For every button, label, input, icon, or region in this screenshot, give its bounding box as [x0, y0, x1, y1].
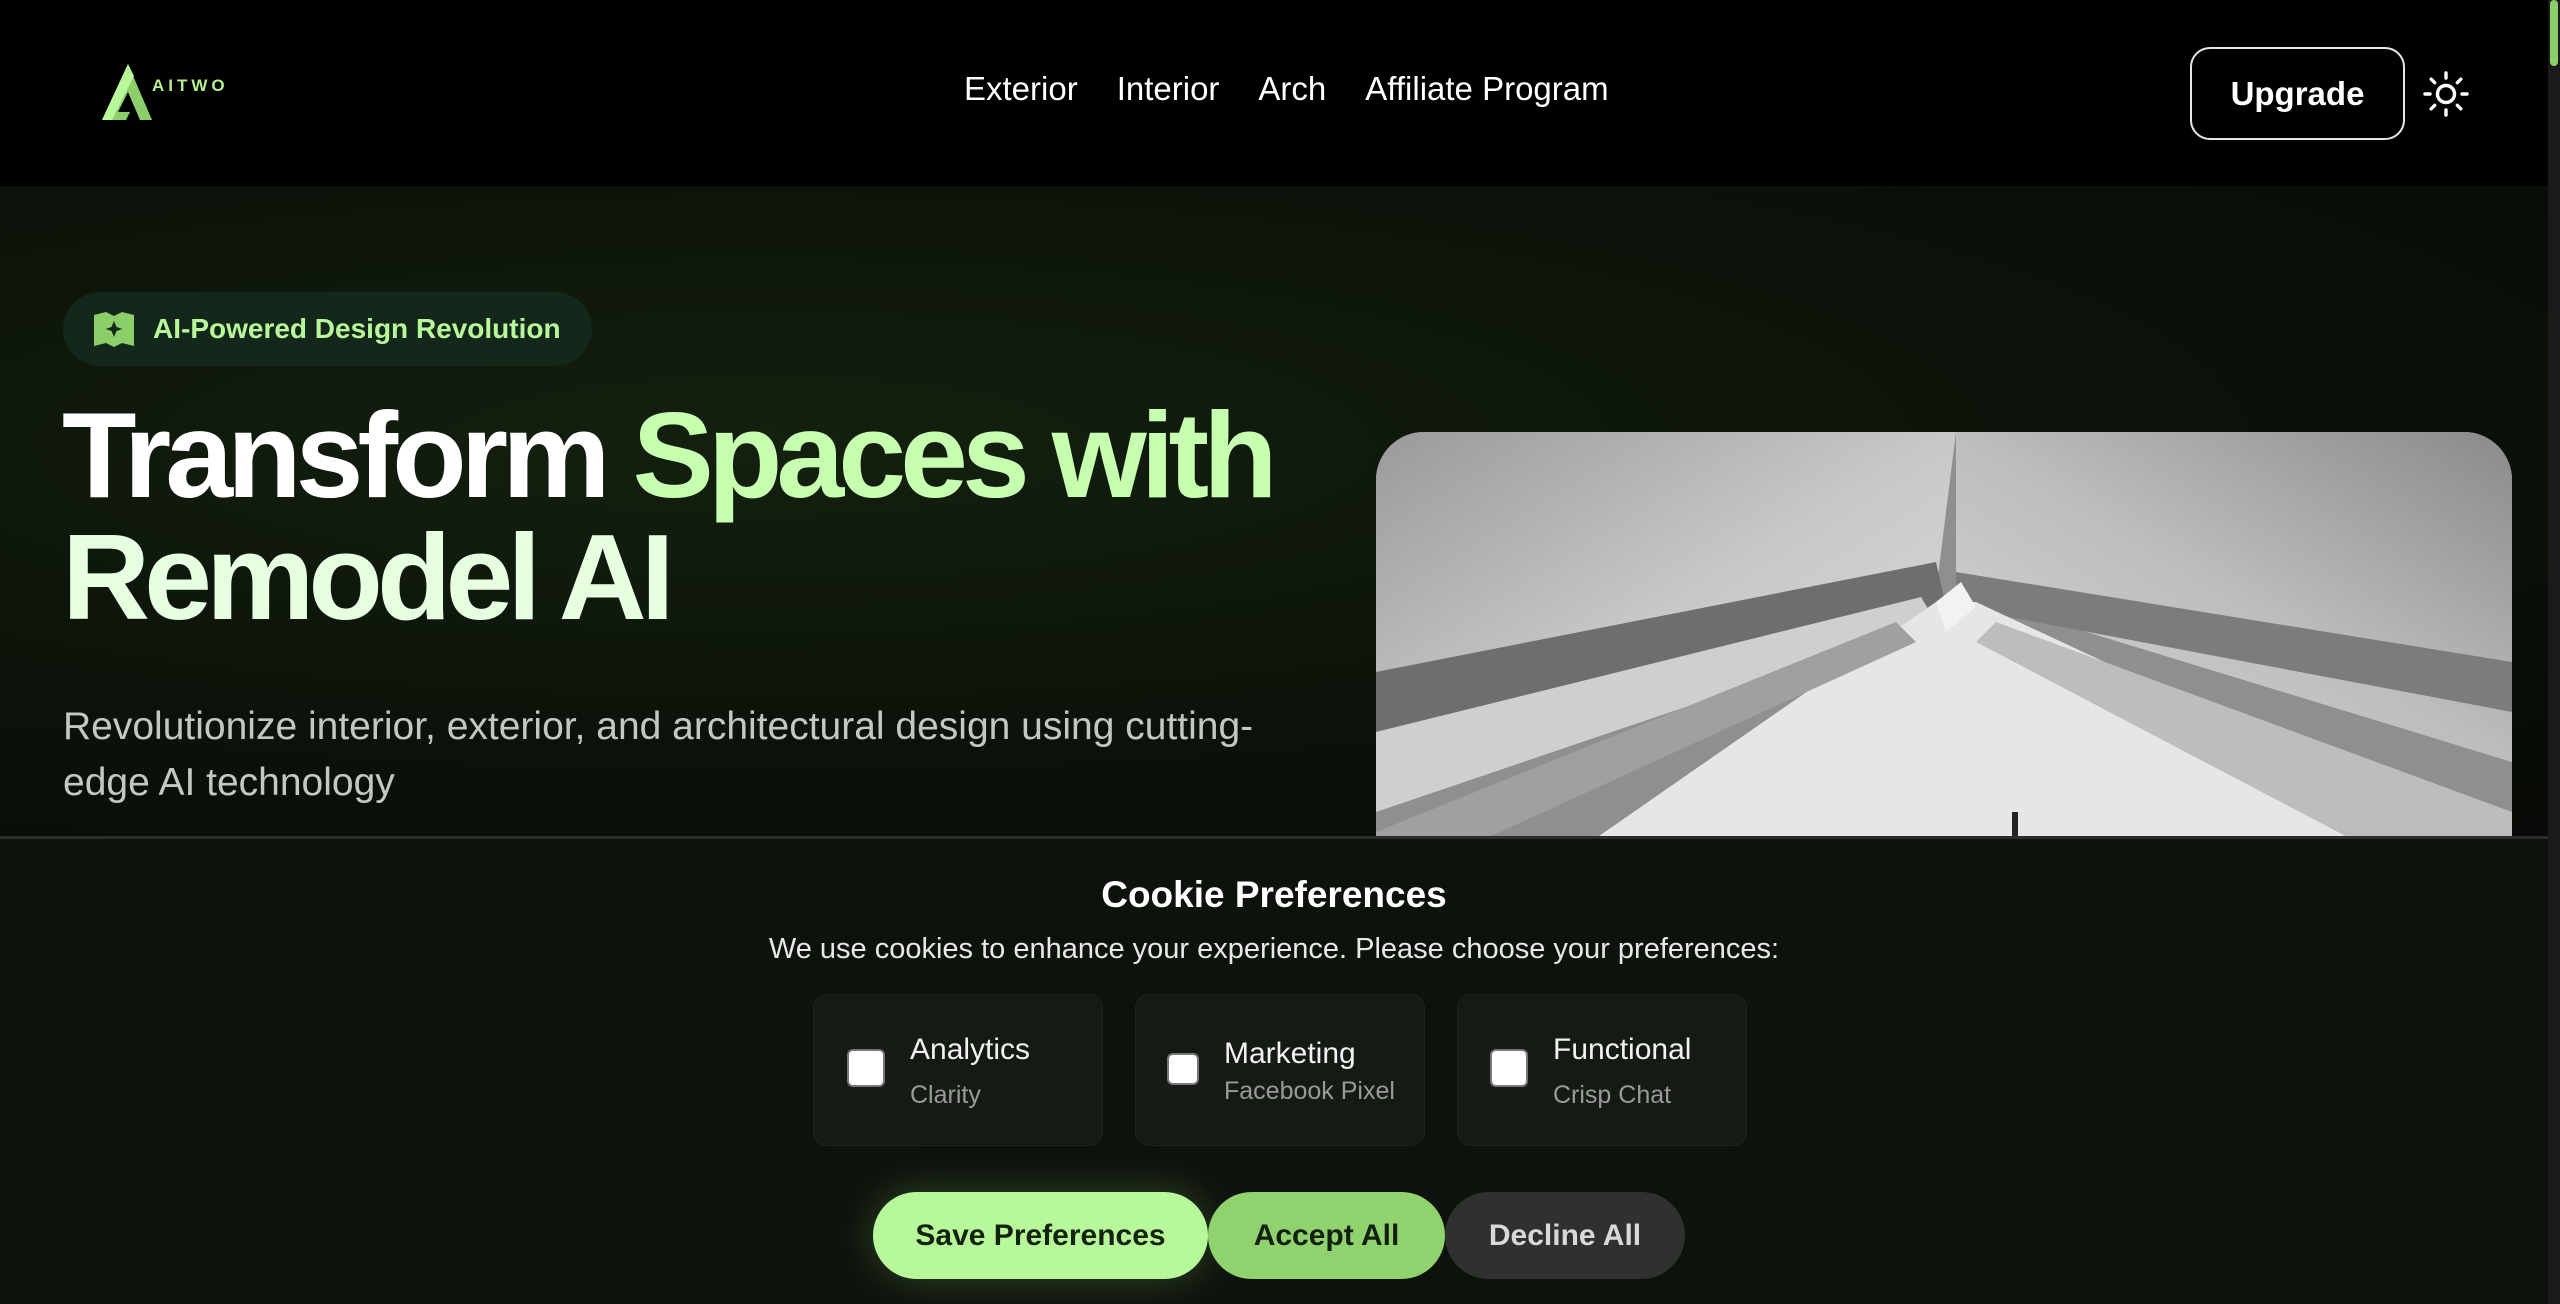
nav-exterior[interactable]: Exterior [964, 70, 1078, 108]
site-header: AITWO Exterior Interior Arch Affiliate P… [0, 0, 2548, 186]
analytics-checkbox[interactable] [847, 1049, 885, 1087]
badge-label: AI-Powered Design Revolution [153, 313, 561, 344]
functional-provider: Crisp Chat [1553, 1081, 1672, 1109]
marketing-label: Marketing [1224, 1037, 1356, 1070]
hero-title-part-1: Transform [62, 387, 611, 523]
save-preferences-button[interactable]: Save Preferences [873, 1192, 1208, 1279]
hero-badge: AI-Powered Design Revolution [63, 292, 592, 366]
analytics-label: Analytics [910, 1033, 1031, 1066]
hero-section: AI-Powered Design Revolution Transform S… [0, 186, 2548, 852]
page-scrollbar[interactable] [2548, 0, 2560, 1304]
hero-title-part-3: Remodel AI [62, 509, 675, 645]
main-nav: Exterior Interior Arch Affiliate Program [964, 70, 1609, 108]
functional-label: Functional [1553, 1033, 1692, 1066]
app-root: AITWO Exterior Interior Arch Affiliate P… [0, 0, 2560, 1304]
decline-all-button[interactable]: Decline All [1445, 1192, 1685, 1279]
cookie-description: We use cookies to enhance your experienc… [768, 933, 1780, 965]
hero-image-ceiling [1376, 432, 2512, 852]
logo-text: AITWO [152, 76, 229, 95]
cookie-option-analytics[interactable]: Analytics Clarity [813, 994, 1103, 1146]
hero-title: Transform Spaces with Remodel AI [62, 394, 1352, 638]
nav-interior[interactable]: Interior [1117, 70, 1220, 108]
upgrade-button[interactable]: Upgrade [2190, 47, 2405, 140]
nav-affiliate-program[interactable]: Affiliate Program [1365, 70, 1608, 108]
sparkle-map-icon [94, 312, 134, 347]
hero-subtitle: Revolutionize interior, exterior, and ar… [63, 705, 1254, 804]
nav-arch[interactable]: Arch [1258, 70, 1326, 108]
analytics-provider: Clarity [910, 1081, 981, 1109]
accept-all-button[interactable]: Accept All [1208, 1192, 1445, 1279]
logo[interactable]: AITWO [100, 62, 240, 126]
marketing-provider: Facebook Pixel [1224, 1077, 1395, 1105]
functional-checkbox[interactable] [1490, 1049, 1528, 1087]
marketing-checkbox[interactable] [1167, 1053, 1199, 1085]
cookie-option-functional[interactable]: Functional Crisp Chat [1457, 994, 1747, 1146]
cookie-option-marketing[interactable]: Marketing Facebook Pixel [1135, 994, 1425, 1146]
hero-image [1376, 432, 2512, 852]
hero-title-part-2: Spaces with [632, 387, 1278, 523]
cookie-title: Cookie Preferences [1101, 874, 1447, 915]
sun-icon[interactable] [2422, 70, 2470, 118]
scrollbar-thumb[interactable] [2550, 0, 2558, 66]
